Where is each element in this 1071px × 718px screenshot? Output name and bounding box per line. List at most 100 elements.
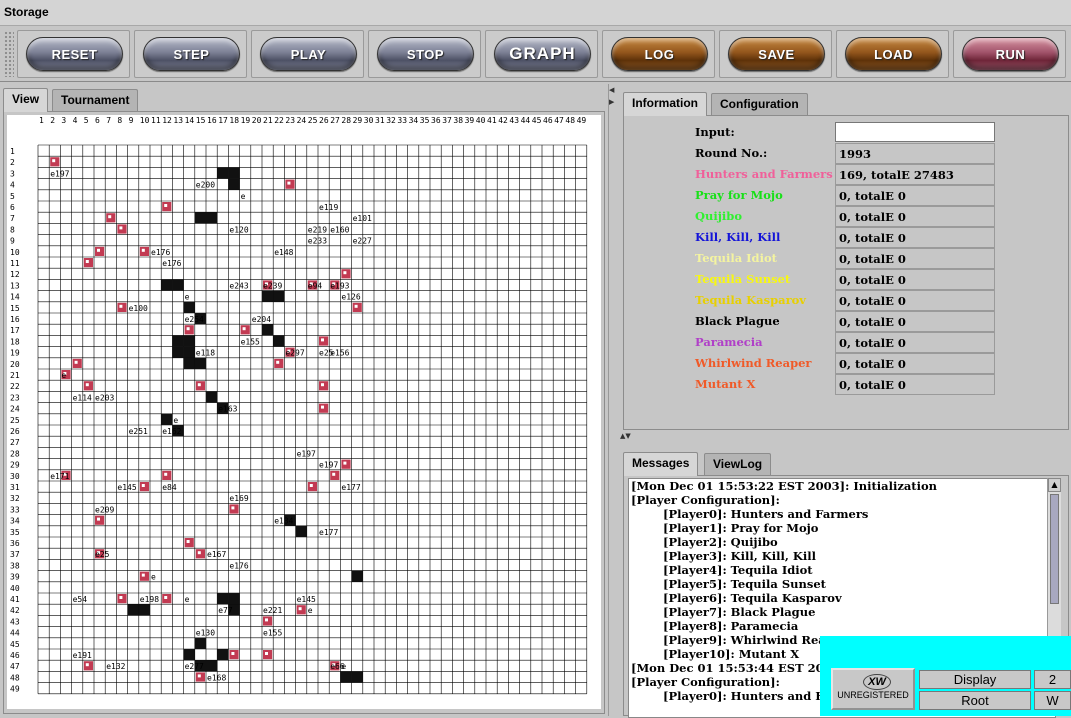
energy-label: e25 bbox=[95, 550, 110, 559]
splitter-right-arrow[interactable]: ▶ bbox=[609, 98, 614, 106]
occupied-cell[interactable] bbox=[228, 167, 240, 179]
energy-label: e277 bbox=[185, 662, 204, 671]
display-button[interactable]: Display bbox=[919, 670, 1031, 689]
occupied-cell[interactable] bbox=[183, 357, 195, 369]
save-button[interactable]: SAVE bbox=[728, 37, 825, 71]
log-button[interactable]: LOG bbox=[611, 37, 708, 71]
occupied-cell[interactable] bbox=[206, 391, 218, 403]
info-row-value: 0, totalE 0 bbox=[835, 311, 995, 332]
occupied-cell[interactable] bbox=[194, 212, 206, 224]
graph-button[interactable]: GRAPH bbox=[494, 37, 591, 71]
occupied-cell[interactable] bbox=[217, 649, 229, 661]
occupied-cell[interactable] bbox=[228, 178, 240, 190]
occupied-cell[interactable] bbox=[217, 167, 229, 179]
occupied-cell[interactable] bbox=[127, 604, 139, 616]
occupied-cell[interactable] bbox=[194, 357, 206, 369]
column-header: 34 bbox=[409, 116, 419, 125]
toolbar-grip[interactable] bbox=[4, 31, 14, 77]
tab-viewlog[interactable]: ViewLog bbox=[704, 453, 772, 475]
reset-button[interactable]: RESET bbox=[26, 37, 123, 71]
occupied-cell[interactable] bbox=[183, 649, 195, 661]
row-header: 29 bbox=[10, 461, 20, 470]
energy-label: e254 bbox=[185, 315, 204, 324]
row-header: 48 bbox=[10, 673, 20, 682]
occupied-cell[interactable] bbox=[295, 525, 307, 537]
scroll-up-icon[interactable]: ▲ bbox=[1048, 478, 1061, 492]
stop-button[interactable]: STOP bbox=[377, 37, 474, 71]
colony-dot bbox=[119, 304, 123, 308]
occupied-cell[interactable] bbox=[340, 671, 352, 683]
splitter-up-arrow[interactable]: ▲▼ bbox=[620, 432, 631, 440]
occupied-cell[interactable] bbox=[206, 660, 218, 672]
occupied-cell[interactable] bbox=[138, 604, 150, 616]
energy-label: e209 bbox=[95, 505, 114, 514]
load-cell: LOAD bbox=[836, 30, 949, 78]
occupied-cell[interactable] bbox=[273, 335, 285, 347]
column-header: 5 bbox=[84, 116, 89, 125]
occupied-cell[interactable] bbox=[161, 413, 173, 425]
row-header: 49 bbox=[10, 685, 20, 694]
splitter-left-arrow[interactable]: ◀ bbox=[609, 86, 614, 94]
occupied-cell[interactable] bbox=[183, 301, 195, 313]
vertical-splitter[interactable]: ◀ ▶ bbox=[608, 84, 616, 716]
taskbar-button-2[interactable]: 2 bbox=[1034, 670, 1071, 689]
occupied-cell[interactable] bbox=[172, 346, 184, 358]
occupied-cell[interactable] bbox=[262, 290, 274, 302]
tab-information[interactable]: Information bbox=[623, 92, 707, 116]
energy-label: e176 bbox=[229, 561, 248, 570]
occupied-cell[interactable] bbox=[351, 671, 363, 683]
row-header: 31 bbox=[10, 483, 20, 492]
occupied-cell[interactable] bbox=[183, 335, 195, 347]
occupied-cell[interactable] bbox=[273, 290, 285, 302]
horizontal-splitter[interactable]: ▲▼ bbox=[618, 432, 1071, 440]
energy-label: e bbox=[241, 192, 246, 201]
energy-label: e54 bbox=[73, 595, 88, 604]
row-header: 20 bbox=[10, 360, 20, 369]
info-row-label: Black Plague bbox=[695, 314, 780, 328]
root-button[interactable]: Root bbox=[919, 691, 1031, 710]
occupied-cell[interactable] bbox=[228, 593, 240, 605]
row-header: 45 bbox=[10, 640, 20, 649]
info-row-value: 0, totalE 0 bbox=[835, 185, 995, 206]
occupied-cell[interactable] bbox=[351, 570, 363, 582]
column-header: 29 bbox=[353, 116, 363, 125]
energy-label: e145 bbox=[297, 595, 316, 604]
column-header: 28 bbox=[341, 116, 351, 125]
column-header: 41 bbox=[487, 116, 497, 125]
occupied-cell[interactable] bbox=[161, 279, 173, 291]
info-row-value: 0, totalE 0 bbox=[835, 290, 995, 311]
taskbar-button-w[interactable]: W bbox=[1034, 691, 1071, 710]
energy-label: e203 bbox=[95, 393, 114, 402]
colony-dot bbox=[108, 215, 112, 219]
step-button[interactable]: STEP bbox=[143, 37, 240, 71]
occupied-cell[interactable] bbox=[217, 593, 229, 605]
play-button[interactable]: PLAY bbox=[260, 37, 357, 71]
tab-tournament[interactable]: Tournament bbox=[52, 89, 139, 111]
occupied-cell[interactable] bbox=[172, 335, 184, 347]
occupied-cell[interactable] bbox=[206, 212, 218, 224]
reset-cell: RESET bbox=[17, 30, 130, 78]
scroll-thumb[interactable] bbox=[1050, 494, 1059, 604]
occupied-cell[interactable] bbox=[194, 637, 206, 649]
play-cell: PLAY bbox=[251, 30, 364, 78]
info-row-value: 0, totalE 0 bbox=[835, 353, 995, 374]
run-button[interactable]: RUN bbox=[962, 37, 1059, 71]
occupied-cell[interactable] bbox=[262, 324, 274, 336]
row-header: 4 bbox=[10, 181, 15, 190]
occupied-cell[interactable] bbox=[183, 346, 195, 358]
tab-messages[interactable]: Messages bbox=[623, 452, 699, 476]
energy-label: e177 bbox=[319, 528, 338, 537]
column-header: 27 bbox=[330, 116, 340, 125]
colony-dot bbox=[265, 652, 268, 655]
info-row-label: Kill, Kill, Kill bbox=[695, 230, 781, 244]
load-button[interactable]: LOAD bbox=[845, 37, 942, 71]
occupied-cell[interactable] bbox=[172, 279, 184, 291]
log-line: [Player0]: Hunters and Farmers bbox=[631, 507, 869, 521]
command-input[interactable] bbox=[835, 122, 995, 142]
tab-view[interactable]: View bbox=[3, 88, 49, 112]
tab-configuration[interactable]: Configuration bbox=[711, 93, 808, 115]
row-header: 12 bbox=[10, 270, 20, 279]
colony-dot bbox=[164, 204, 168, 207]
world-grid[interactable]: 1 2 3 4 5 6 7 8 9 10 11 12 13 14 15 16 17 18 19 20 21 22 23 24 2… bbox=[7, 115, 601, 709]
unregistered-button[interactable]: XW UNREGISTERED bbox=[831, 668, 915, 710]
